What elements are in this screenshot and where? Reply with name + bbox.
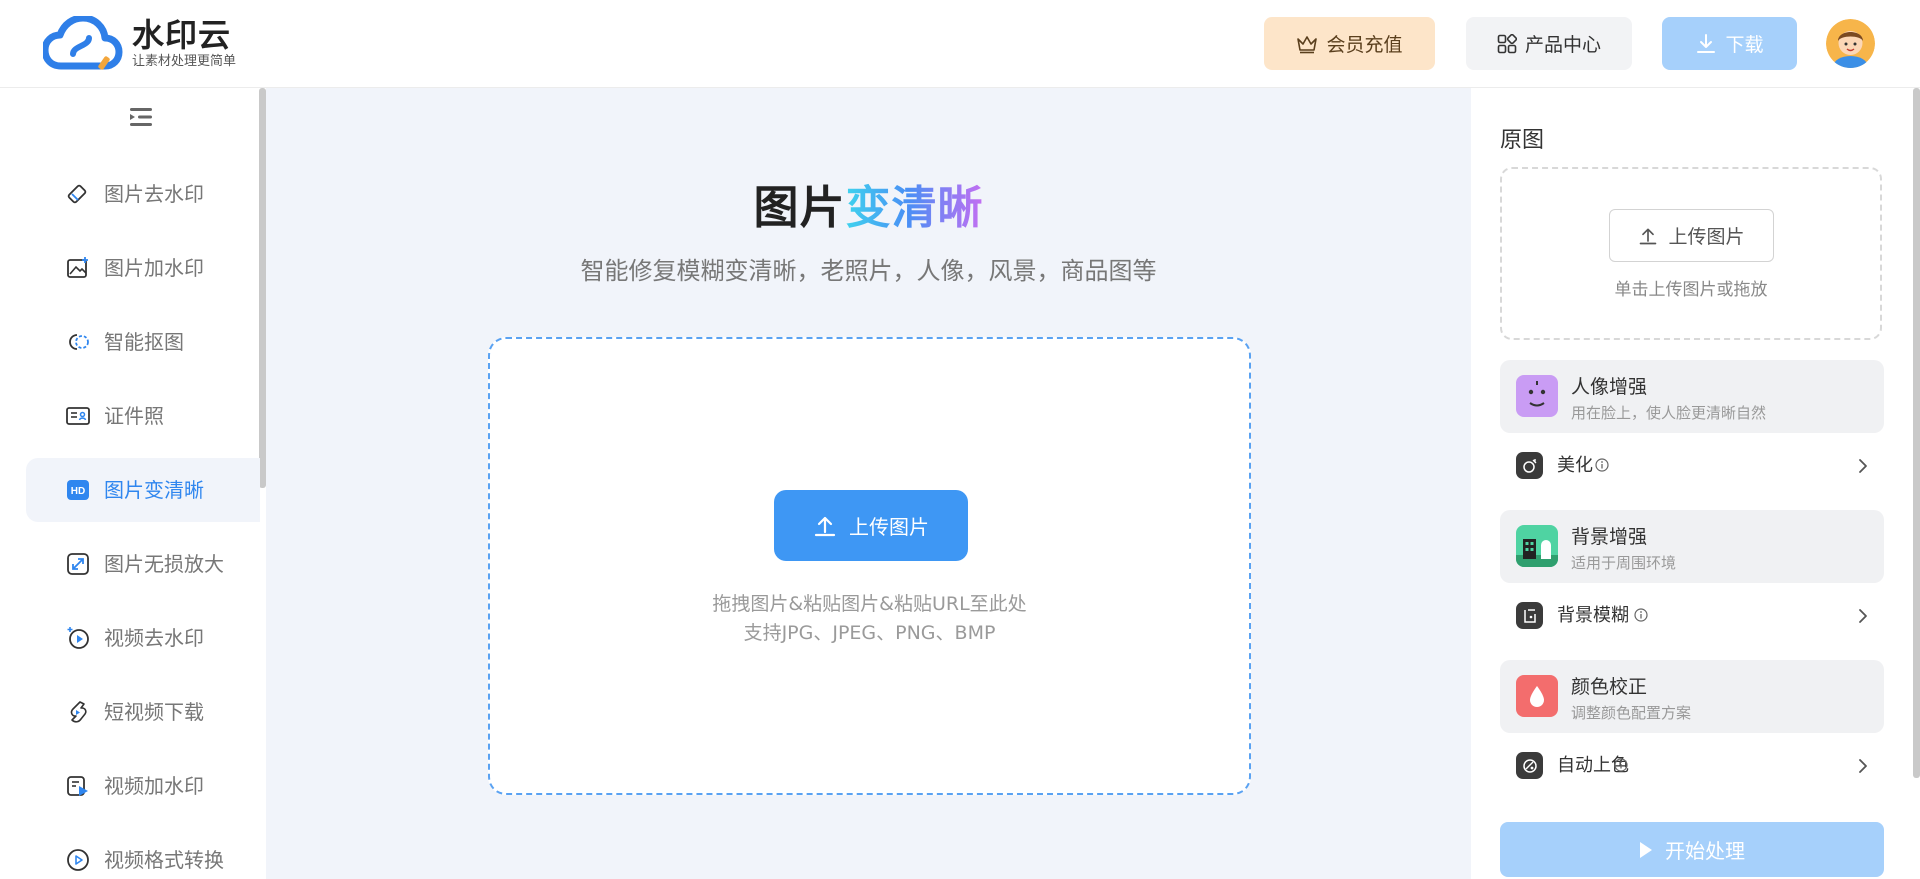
upload-label: 上传图片 bbox=[849, 515, 929, 539]
card-subtitle: 调整颜色配置方案 bbox=[1571, 704, 1692, 722]
dropzone-formats: 支持JPG、JPEG、PNG、BMP bbox=[743, 622, 996, 644]
cloud-logo-icon bbox=[43, 16, 123, 70]
original-upload-area[interactable]: 上传图片 单击上传图片或拖放 bbox=[1500, 167, 1882, 340]
avatar-icon bbox=[1826, 19, 1875, 68]
logo-slogan: 让素材处理更简单 bbox=[132, 54, 237, 69]
option-auto-color[interactable]: 自动上色 bbox=[1500, 736, 1884, 796]
sidebar-item-label: 短视频下载 bbox=[104, 700, 204, 724]
page-title-highlight: 变清晰 bbox=[845, 181, 984, 234]
product-center-button[interactable]: 产品中心 bbox=[1466, 17, 1632, 70]
portrait-enhance-card[interactable]: 人像增强 用在脸上，使人脸更清晰自然 bbox=[1500, 360, 1884, 433]
sidebar-item-label: 图片变清晰 bbox=[104, 478, 204, 502]
play-icon bbox=[1640, 841, 1652, 858]
panel-upload-label: 上传图片 bbox=[1668, 226, 1745, 248]
menu-collapse-icon[interactable] bbox=[128, 106, 154, 128]
vip-label: 会员充值 bbox=[1326, 34, 1403, 56]
sidebar-item-label: 视频格式转换 bbox=[104, 848, 224, 872]
start-label: 开始处理 bbox=[1665, 839, 1745, 863]
grid-icon bbox=[1497, 33, 1517, 53]
logo-title: 水印云 bbox=[132, 16, 232, 54]
option-label: 美化 bbox=[1557, 455, 1593, 476]
card-subtitle: 适用于周围环境 bbox=[1571, 554, 1677, 572]
sidebar-item-id-photo[interactable]: 证件照 bbox=[26, 384, 260, 448]
start-processing-button[interactable]: 开始处理 bbox=[1500, 822, 1884, 877]
download-label: 下载 bbox=[1725, 34, 1764, 56]
face-icon bbox=[1516, 375, 1558, 417]
info-icon[interactable] bbox=[1614, 758, 1628, 772]
card-title: 颜色校正 bbox=[1571, 676, 1648, 698]
color-drop-icon bbox=[1516, 675, 1558, 717]
eraser-icon bbox=[67, 184, 87, 204]
card-title: 背景增强 bbox=[1571, 526, 1648, 548]
enlarge-icon bbox=[67, 553, 89, 575]
chevron-right-icon bbox=[1859, 609, 1867, 623]
svg-text:HD: HD bbox=[71, 486, 85, 497]
building-icon bbox=[1516, 525, 1558, 567]
sidebar-scrollbar[interactable] bbox=[259, 88, 266, 488]
panel-upload-hint: 单击上传图片或拖放 bbox=[1614, 280, 1768, 300]
sidebar-item-label: 证件照 bbox=[104, 404, 164, 428]
products-label: 产品中心 bbox=[1524, 34, 1601, 56]
main-area: 图片变清晰 智能修复模糊变清晰，老照片，人像，风景，商品图等 上传图片 拖拽图片… bbox=[266, 88, 1471, 879]
background-enhance-card[interactable]: 背景增强 适用于周围环境 bbox=[1500, 510, 1884, 583]
sidebar-item-label: 视频去水印 bbox=[104, 626, 204, 650]
info-icon[interactable] bbox=[1634, 608, 1648, 622]
sidebar-item-image-enhance[interactable]: HD 图片变清晰 bbox=[26, 458, 260, 522]
settings-panel: 原图 上传图片 单击上传图片或拖放 人像增强 用在脸上，使人脸更清晰自然 美化 … bbox=[1471, 88, 1920, 879]
top-header: 水印云 让素材处理更简单 会员充值 产品中心 下载 bbox=[0, 0, 1920, 88]
sidebar-item-short-video-download[interactable]: 短视频下载 bbox=[26, 680, 260, 744]
dropzone-hint: 拖拽图片&粘贴图片&粘贴URL至此处 bbox=[712, 593, 1027, 615]
sidebar-item-image-watermark-add[interactable]: 图片加水印 bbox=[26, 236, 260, 300]
sidebar-item-label: 图片去水印 bbox=[104, 182, 204, 206]
sidebar-item-label: 图片无损放大 bbox=[104, 552, 224, 576]
sidebar-item-video-watermark-remove[interactable]: 视频去水印 bbox=[26, 606, 260, 670]
page-subtitle: 智能修复模糊变清晰，老照片，人像，风景，商品图等 bbox=[580, 257, 1157, 285]
panel-title: 原图 bbox=[1500, 128, 1545, 153]
sidebar-item-label: 智能抠图 bbox=[104, 330, 184, 354]
short-video-download-icon bbox=[70, 701, 87, 723]
info-icon[interactable] bbox=[1595, 458, 1609, 472]
user-avatar[interactable] bbox=[1826, 19, 1875, 68]
upload-icon bbox=[1640, 228, 1657, 244]
video-watermark-icon bbox=[67, 776, 88, 796]
upload-dropzone[interactable]: 上传图片 拖拽图片&粘贴图片&粘贴URL至此处 支持JPG、JPEG、PNG、B… bbox=[488, 337, 1251, 795]
sidebar-item-image-enlarge[interactable]: 图片无损放大 bbox=[26, 532, 260, 596]
color-correction-card[interactable]: 颜色校正 调整颜色配置方案 bbox=[1500, 660, 1884, 733]
card-title: 人像增强 bbox=[1571, 376, 1648, 398]
background-blur-icon bbox=[1516, 602, 1543, 629]
chevron-right-icon bbox=[1859, 459, 1867, 473]
sidebar-item-video-watermark-add[interactable]: 视频加水印 bbox=[26, 754, 260, 818]
sidebar-item-video-format-convert[interactable]: 视频格式转换 bbox=[26, 828, 260, 879]
page-title-plain: 图片 bbox=[753, 181, 846, 234]
download-icon bbox=[1697, 33, 1716, 53]
card-subtitle: 用在脸上，使人脸更清晰自然 bbox=[1571, 404, 1767, 422]
beautify-icon bbox=[1516, 452, 1543, 479]
video-eraser-icon bbox=[67, 627, 89, 649]
upload-icon bbox=[814, 516, 836, 536]
crown-icon bbox=[1297, 35, 1318, 53]
download-button[interactable]: 下载 bbox=[1662, 17, 1797, 70]
page-title: 图片变清晰 bbox=[266, 181, 1471, 235]
panel-upload-button[interactable]: 上传图片 bbox=[1609, 209, 1774, 262]
option-background-blur[interactable]: 背景模糊 bbox=[1500, 586, 1884, 646]
upload-image-button[interactable]: 上传图片 bbox=[774, 490, 968, 561]
hd-icon: HD bbox=[67, 480, 89, 500]
sidebar-item-smart-cutout[interactable]: 智能抠图 bbox=[26, 310, 260, 374]
video-convert-icon bbox=[67, 849, 89, 871]
option-beautify[interactable]: 美化 bbox=[1500, 436, 1884, 496]
sidebar-item-label: 视频加水印 bbox=[104, 774, 204, 798]
cutout-icon bbox=[69, 334, 89, 350]
sidebar: 图片去水印 图片加水印 智能抠图 证件照 HD 图片变清晰 图片无损放大 视频去… bbox=[0, 88, 266, 879]
vip-recharge-button[interactable]: 会员充值 bbox=[1264, 17, 1435, 70]
chevron-right-icon bbox=[1859, 759, 1867, 773]
panel-scrollbar[interactable] bbox=[1913, 88, 1920, 778]
logo[interactable]: 水印云 让素材处理更简单 bbox=[43, 14, 253, 74]
sidebar-item-label: 图片加水印 bbox=[104, 256, 204, 280]
image-add-icon bbox=[67, 257, 88, 278]
id-card-icon bbox=[66, 407, 90, 425]
option-label: 背景模糊 bbox=[1557, 605, 1629, 626]
sidebar-item-image-watermark-remove[interactable]: 图片去水印 bbox=[26, 162, 260, 226]
auto-color-icon bbox=[1516, 752, 1543, 779]
